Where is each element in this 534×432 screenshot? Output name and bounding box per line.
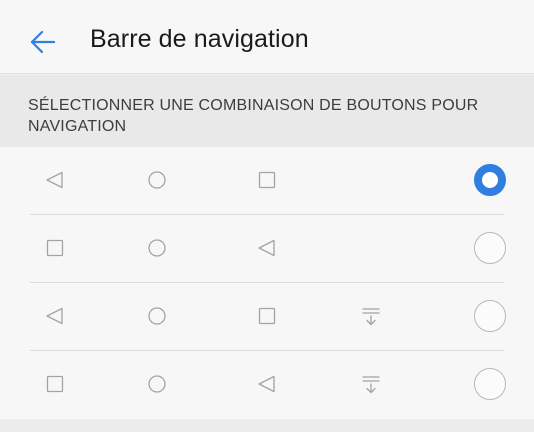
home-circle-icon: [148, 307, 166, 325]
back-button[interactable]: [22, 22, 62, 62]
app-bar: Barre de navigation: [0, 0, 534, 74]
nav-button-slot: [40, 301, 70, 331]
nav-button-slot: [252, 165, 282, 195]
nav-button-slot: [142, 165, 172, 195]
nav-button-slot: [142, 233, 172, 263]
option-radio-button[interactable]: [474, 164, 506, 196]
nav-button-slot: [40, 369, 70, 399]
option-radio-button[interactable]: [474, 232, 506, 264]
back-triangle-icon: [46, 171, 63, 189]
navigation-options-list: [0, 147, 534, 419]
nav-button-slot: [142, 369, 172, 399]
nav-button-slot: [356, 369, 386, 399]
navigation-option-2[interactable]: [0, 215, 534, 283]
nav-button-slot: [356, 301, 386, 331]
home-circle-icon: [148, 171, 166, 189]
nav-button-slot: [40, 233, 70, 263]
recent-square-icon: [258, 307, 276, 325]
navigation-option-4[interactable]: [0, 351, 534, 419]
notification-pull-down-icon: [362, 308, 380, 326]
navigation-option-3[interactable]: [0, 283, 534, 351]
option-radio-button[interactable]: [474, 368, 506, 400]
back-triangle-icon: [258, 239, 275, 257]
nav-button-slot: [142, 301, 172, 331]
option-radio-button[interactable]: [474, 300, 506, 332]
notification-pull-down-icon: [362, 376, 380, 394]
nav-button-slot: [252, 233, 282, 263]
back-triangle-icon: [46, 307, 63, 325]
navigation-option-1[interactable]: [0, 147, 534, 215]
recent-square-icon: [46, 239, 64, 257]
page-title: Barre de navigation: [90, 25, 309, 53]
footer-strip: [0, 419, 534, 432]
recent-square-icon: [258, 171, 276, 189]
home-circle-icon: [148, 239, 166, 257]
nav-button-slot: [252, 301, 282, 331]
nav-button-slot: [40, 165, 70, 195]
recent-square-icon: [46, 375, 64, 393]
section-title: SÉLECTIONNER UNE COMBINAISON DE BOUTONS …: [28, 97, 479, 135]
home-circle-icon: [148, 375, 166, 393]
nav-button-slot: [252, 369, 282, 399]
arrow-left-icon: [30, 30, 56, 54]
back-triangle-icon: [258, 375, 275, 393]
